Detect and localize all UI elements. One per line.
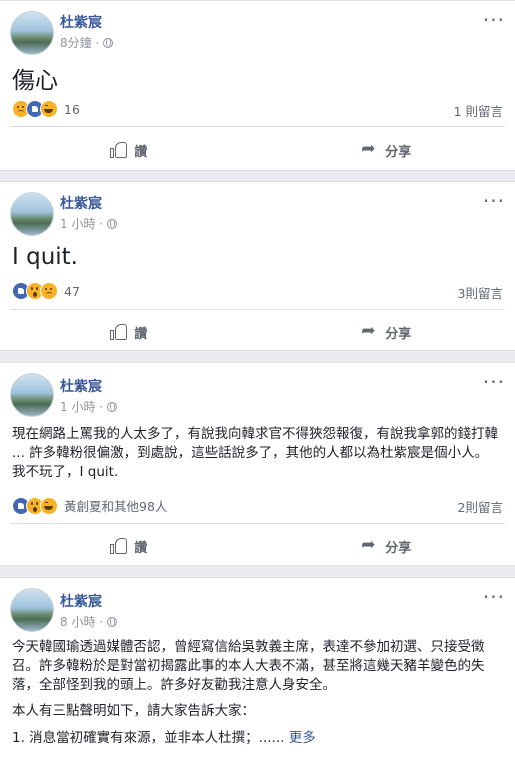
timestamp[interactable]: 8分鐘 · — [60, 34, 99, 51]
reactions-summary[interactable]: 16 — [12, 100, 80, 118]
share-icon — [361, 535, 379, 555]
comment-count[interactable]: 2則留言 — [458, 497, 503, 516]
reaction-count: 黃創夏和其他98人 — [64, 499, 168, 514]
divider — [10, 309, 505, 310]
author-name[interactable]: 杜紫宸 — [60, 376, 102, 396]
action-bar: 讚 分享 — [0, 532, 515, 560]
share-label: 分享 — [385, 540, 412, 556]
reaction-count: 47 — [64, 283, 80, 299]
like-button[interactable]: 讚 — [0, 136, 258, 164]
timestamp[interactable]: 1 小時 · — [60, 398, 103, 415]
share-button[interactable]: 分享 — [258, 532, 515, 560]
author-name[interactable]: 杜紫宸 — [60, 193, 102, 213]
comment-count[interactable]: 1 則留言 — [454, 101, 503, 120]
author-name[interactable]: 杜紫宸 — [60, 12, 102, 32]
action-bar: 讚 分享 — [0, 136, 515, 164]
divider — [10, 523, 505, 524]
more-options-icon[interactable]: ··· — [483, 10, 505, 30]
haha-reaction-icon — [40, 496, 58, 515]
share-label: 分享 — [385, 326, 412, 342]
post-meta: 1 小時 · — [60, 215, 118, 232]
post-card: 杜紫宸 8分鐘 · ··· 傷心 16 1 則留言 讚 分享 — [0, 0, 515, 171]
post-card: 杜紫宸 1 小時 · ··· 現在網路上罵我的人太多了，有說我向韓求官不得狹怨報… — [0, 362, 515, 566]
post-meta: 8 小時 · — [60, 613, 118, 630]
thumbs-up-icon — [110, 324, 128, 340]
globe-icon — [107, 401, 118, 412]
action-bar: 讚 分享 — [0, 318, 515, 346]
haha-reaction-icon — [40, 100, 58, 118]
share-label: 分享 — [385, 144, 412, 160]
post-paragraph-2: 本人有三點聲明如下，請大家告訴大家： — [12, 703, 255, 719]
globe-icon — [107, 218, 118, 229]
post-paragraph-3-text: 1. 消息當初確實有來源，並非本人杜撰；...... — [12, 730, 285, 746]
like-label: 讚 — [134, 540, 148, 556]
globe-icon — [103, 37, 114, 48]
reaction-count: 16 — [64, 101, 80, 117]
divider — [10, 126, 505, 127]
post-text: 現在網路上罵我的人太多了，有說我向韓求官不得狹怨報復，有說我拿郭的錢打韓 ...… — [12, 426, 498, 480]
post-paragraph-1: 今天韓國瑜透過媒體否認，曾經寫信給吳敦義主席，表達不參加初選、只接受徵召。許多韓… — [12, 639, 485, 693]
post-text: 傷心 — [12, 68, 58, 94]
post-card: 杜紫宸 1 小時 · ··· I quit. 47 3則留言 讚 分享 — [0, 181, 515, 351]
post-meta: 8分鐘 · — [60, 34, 114, 51]
comment-count[interactable]: 3則留言 — [458, 283, 503, 302]
avatar[interactable] — [10, 588, 54, 632]
like-label: 讚 — [134, 326, 148, 342]
post-paragraph-3: 1. 消息當初確實有來源，並非本人杜撰；...... 更多 — [12, 729, 500, 748]
author-name[interactable]: 杜紫宸 — [60, 591, 102, 611]
post-text: I quit. — [12, 244, 78, 270]
like-button[interactable]: 讚 — [0, 532, 258, 560]
post-card: 杜紫宸 8 小時 · ··· 今天韓國瑜透過媒體否認，曾經寫信給吳敦義主席，表達… — [0, 577, 515, 758]
avatar[interactable] — [10, 373, 54, 417]
thumbs-up-icon — [110, 142, 128, 158]
timestamp[interactable]: 8 小時 · — [60, 613, 103, 630]
share-button[interactable]: 分享 — [258, 136, 515, 164]
reactions-summary[interactable]: 黃創夏和其他98人 — [12, 496, 167, 515]
reactions-summary[interactable]: 47 — [12, 282, 80, 300]
avatar[interactable] — [10, 11, 54, 55]
sad-reaction-icon — [40, 282, 58, 300]
like-button[interactable]: 讚 — [0, 318, 258, 346]
post-meta: 1 小時 · — [60, 398, 118, 415]
like-label: 讚 — [134, 144, 148, 160]
more-options-icon[interactable]: ··· — [483, 587, 505, 607]
more-options-icon[interactable]: ··· — [483, 191, 505, 211]
share-icon — [361, 139, 379, 159]
more-options-icon[interactable]: ··· — [483, 372, 505, 392]
globe-icon — [107, 616, 118, 627]
thumbs-up-icon — [110, 538, 128, 554]
see-more-link[interactable]: 更多 — [289, 730, 316, 746]
avatar[interactable] — [10, 192, 54, 236]
timestamp[interactable]: 1 小時 · — [60, 215, 103, 232]
share-button[interactable]: 分享 — [258, 318, 515, 346]
share-icon — [361, 321, 379, 341]
